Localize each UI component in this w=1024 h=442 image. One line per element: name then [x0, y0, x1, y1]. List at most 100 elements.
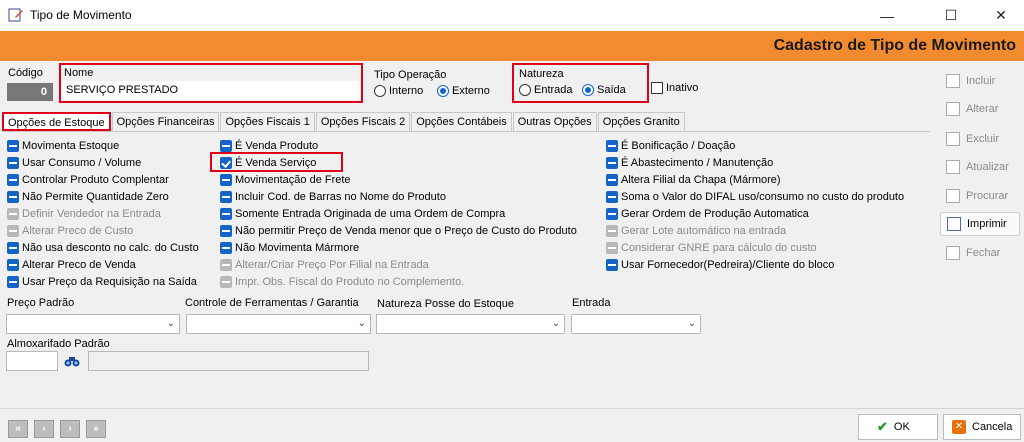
binoculars-icon[interactable] — [64, 354, 80, 368]
radio-saida[interactable]: Saída — [582, 84, 626, 96]
option-toggle-icon[interactable] — [220, 174, 232, 186]
preco-padrao-select[interactable]: ⌄ — [6, 314, 180, 334]
nome-input[interactable]: SERVIÇO PRESTADO — [61, 81, 360, 100]
fechar-button[interactable]: Fechar — [940, 241, 1020, 265]
option-col1-4[interactable]: Definir Vendedor na Entrada — [7, 207, 161, 221]
option-col2-8[interactable]: Impr. Obs. Fiscal do Produto no Compleme… — [220, 275, 464, 289]
option-toggle-icon[interactable] — [606, 191, 618, 203]
option-toggle-icon[interactable] — [606, 140, 618, 152]
option-label: Gerar Ordem de Produção Automatica — [621, 208, 809, 220]
controle-ferramentas-label: Controle de Ferramentas / Garantia — [185, 297, 359, 309]
atualizar-button[interactable]: Atualizar — [940, 155, 1020, 179]
option-toggle-icon[interactable] — [220, 225, 232, 237]
option-toggle-icon[interactable] — [606, 157, 618, 169]
radio-entrada[interactable]: Entrada — [519, 84, 573, 96]
option-col1-3[interactable]: Não Permite Quantidade Zero — [7, 190, 169, 204]
inativo-checkbox-box[interactable] — [651, 82, 663, 94]
next-record-button[interactable]: › — [60, 420, 80, 438]
option-col1-2[interactable]: Controlar Produto Complentar — [7, 173, 169, 187]
ok-button[interactable]: ✔ OK — [858, 414, 938, 440]
option-col2-4[interactable]: Somente Entrada Originada de uma Ordem d… — [220, 207, 505, 221]
radio-externo-indicator[interactable] — [437, 85, 449, 97]
option-col2-3[interactable]: Incluir Cod. de Barras no Nome do Produt… — [220, 190, 446, 204]
option-col1-1[interactable]: Usar Consumo / Volume — [7, 156, 141, 170]
tab-opcoes-estoque[interactable]: Opções de Estoque — [2, 112, 111, 131]
radio-saida-indicator[interactable] — [582, 84, 594, 96]
natureza-posse-select[interactable]: ⌄ — [376, 314, 565, 334]
option-col2-0[interactable]: É Venda Produto — [220, 139, 318, 153]
option-col2-6[interactable]: Não Movimenta Mármore — [220, 241, 359, 255]
option-col2-5[interactable]: Não permitir Preço de Venda menor que o … — [220, 224, 577, 238]
option-toggle-icon[interactable] — [7, 191, 19, 203]
option-label: É Bonificação / Doação — [621, 140, 736, 152]
tab-opcoes-fiscais-2[interactable]: Opções Fiscais 2 — [315, 112, 411, 131]
option-toggle-icon[interactable] — [606, 174, 618, 186]
option-toggle-icon[interactable] — [220, 276, 232, 288]
option-toggle-icon[interactable] — [7, 157, 19, 169]
radio-entrada-indicator[interactable] — [519, 84, 531, 96]
option-toggle-icon[interactable] — [220, 140, 232, 152]
option-col1-0[interactable]: Movimenta Estoque — [7, 139, 119, 153]
option-toggle-icon[interactable] — [606, 208, 618, 220]
minimize-button[interactable]: — — [864, 0, 910, 31]
option-toggle-icon[interactable] — [7, 242, 19, 254]
first-record-button[interactable]: « — [8, 420, 28, 438]
cancel-button[interactable]: ✕ Cancela — [943, 414, 1021, 440]
tab-opcoes-granito[interactable]: Opções Granito — [597, 112, 685, 131]
option-label: Gerar Lote automático na entrada — [621, 225, 787, 237]
option-toggle-icon[interactable] — [220, 259, 232, 271]
entrada-select[interactable]: ⌄ — [571, 314, 701, 334]
inativo-checkbox[interactable]: Inativo — [651, 82, 698, 94]
radio-interno-indicator[interactable] — [374, 85, 386, 97]
option-col3-0[interactable]: É Bonificação / Doação — [606, 139, 735, 153]
checkmark-icon: ✔ — [877, 419, 888, 434]
option-col3-6[interactable]: Considerar GNRE para cálculo do custo — [606, 241, 817, 255]
tipo-operacao-label: Tipo Operação — [374, 69, 447, 81]
option-col2-7[interactable]: Alterar/Criar Preço Por Filial na Entrad… — [220, 258, 429, 272]
option-col3-5[interactable]: Gerar Lote automático na entrada — [606, 224, 786, 238]
option-toggle-icon[interactable] — [7, 174, 19, 186]
alterar-button[interactable]: Alterar — [940, 97, 1020, 121]
option-col3-4[interactable]: Gerar Ordem de Produção Automatica — [606, 207, 809, 221]
radio-externo[interactable]: Externo — [437, 85, 490, 97]
maximize-button[interactable]: ☐ — [928, 0, 974, 31]
incluir-button[interactable]: Incluir — [940, 69, 1020, 93]
last-record-button[interactable]: » — [86, 420, 106, 438]
procurar-button[interactable]: Procurar — [940, 184, 1020, 208]
option-col2-2[interactable]: Movimentação de Frete — [220, 173, 351, 187]
previous-record-button[interactable]: ‹ — [34, 420, 54, 438]
option-col1-6[interactable]: Não usa desconto no calc. do Custo — [7, 241, 199, 255]
option-col1-7[interactable]: Alterar Preco de Venda — [7, 258, 136, 272]
option-toggle-icon[interactable] — [7, 225, 19, 237]
option-col3-2[interactable]: Altera Filial da Chapa (Mármore) — [606, 173, 781, 187]
almoxarifado-code-input[interactable] — [6, 351, 58, 371]
tab-outras-opcoes[interactable]: Outras Opções — [512, 112, 597, 131]
option-label: Soma o Valor do DIFAL uso/consumo no cus… — [621, 191, 905, 203]
option-col1-8[interactable]: Usar Preço da Requisição na Saída — [7, 275, 197, 289]
tab-opcoes-financeiras[interactable]: Opções Financeiras — [111, 112, 220, 131]
option-col1-5[interactable]: Alterar Preco de Custo — [7, 224, 133, 238]
imprimir-button[interactable]: Imprimir — [940, 212, 1020, 236]
option-toggle-icon[interactable] — [7, 140, 19, 152]
controle-ferramentas-select[interactable]: ⌄ — [186, 314, 371, 334]
tab-opcoes-fiscais-1[interactable]: Opções Fiscais 1 — [220, 112, 315, 131]
option-toggle-icon[interactable] — [7, 208, 19, 220]
option-toggle-icon[interactable] — [606, 225, 618, 237]
option-toggle-icon[interactable] — [7, 259, 19, 271]
option-toggle-icon[interactable] — [220, 208, 232, 220]
option-label: É Abastecimento / Manutenção — [621, 157, 774, 169]
option-toggle-icon[interactable] — [606, 242, 618, 254]
option-toggle-icon[interactable] — [220, 191, 232, 203]
tab-opcoes-contabeis[interactable]: Opções Contábeis — [411, 112, 512, 131]
option-toggle-icon[interactable] — [606, 259, 618, 271]
option-col3-1[interactable]: É Abastecimento / Manutenção — [606, 156, 773, 170]
new-document-icon — [946, 74, 960, 88]
excluir-button[interactable]: Excluir — [940, 127, 1020, 151]
option-col3-3[interactable]: Soma o Valor do DIFAL uso/consumo no cus… — [606, 190, 904, 204]
radio-interno[interactable]: Interno — [374, 85, 423, 97]
preco-padrao-label: Preço Padrão — [7, 297, 75, 309]
close-button[interactable]: ✕ — [978, 0, 1024, 31]
option-toggle-icon[interactable] — [220, 242, 232, 254]
option-toggle-icon[interactable] — [7, 276, 19, 288]
option-col3-7[interactable]: Usar Fornecedor(Pedreira)/Cliente do blo… — [606, 258, 834, 272]
